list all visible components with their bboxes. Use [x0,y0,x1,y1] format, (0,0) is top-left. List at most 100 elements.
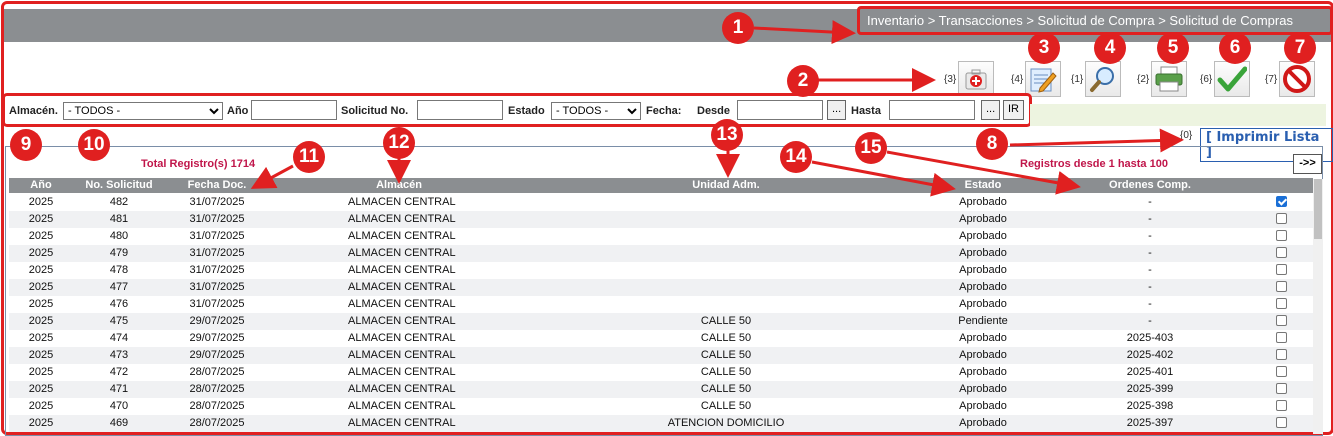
add-count: {3} [944,73,957,85]
almacen-select[interactable]: - TODOS - [63,102,223,120]
cell-anio: 2025 [28,281,54,293]
col-fecha-doc[interactable]: Fecha Doc. [188,178,247,193]
table-row[interactable]: 2025 472 28/07/2025 ALMACEN CENTRAL CALLE 50… [9,364,1313,381]
approve-button[interactable] [1214,61,1251,97]
cell-anio: 2025 [28,417,54,429]
cell-almacen: ALMACEN CENTRAL [348,366,456,378]
filter-bar: Almacén. - TODOS - Año Solicitud No. Est… [2,93,1032,127]
callout-badge-1: 1 [722,12,754,44]
fecha-label: Fecha: [646,105,682,117]
checkmark-icon [1217,64,1248,94]
table-row[interactable]: 2025 475 29/07/2025 ALMACEN CENTRAL CALLE 50… [9,313,1313,330]
cell-no-solicitud: 482 [109,196,129,208]
cell-no-solicitud: 474 [109,332,129,344]
add-button[interactable] [958,61,995,97]
cell-ordenes-comp: 2025-397 [1126,417,1174,429]
table-row[interactable]: 2025 479 31/07/2025 ALMACEN CENTRAL Aprobado… [9,245,1313,262]
cell-anio: 2025 [28,349,54,361]
desde-picker-button[interactable]: ... [827,100,847,120]
cell-estado: Aprobado [959,417,1007,429]
table-row[interactable]: 2025 478 31/07/2025 ALMACEN CENTRAL Aprobado… [9,262,1313,279]
row-checkbox[interactable] [1276,349,1287,360]
ir-button[interactable]: IR [1003,100,1024,120]
hasta-picker-button[interactable]: ... [981,100,1001,120]
table-row[interactable]: 2025 481 31/07/2025 ALMACEN CENTRAL Aprobado… [9,211,1313,228]
cell-estado: Pendiente [958,315,1008,327]
col-unidad-adm[interactable]: Unidad Adm. [692,178,759,193]
cell-fecha-doc: 28/07/2025 [189,400,245,412]
estado-select[interactable]: - TODOS - [551,102,641,120]
row-checkbox[interactable] [1276,230,1287,241]
row-checkbox[interactable] [1276,213,1287,224]
row-checkbox[interactable] [1276,264,1287,275]
col-estado[interactable]: Estado [965,178,1002,193]
edit-pencil-icon [1028,64,1058,94]
cell-ordenes-comp: - [1148,264,1152,276]
breadcrumb: Inventario > Transacciones > Solicitud d… [857,6,1333,35]
almacen-label: Almacén. [9,105,58,117]
col-anio[interactable]: Año [30,178,51,193]
cancel-count: {7} [1265,73,1278,85]
row-checkbox[interactable] [1276,332,1287,343]
table-row[interactable]: 2025 474 29/07/2025 ALMACEN CENTRAL CALLE 50… [9,330,1313,347]
cell-ordenes-comp: 2025-403 [1126,332,1174,344]
callout-badge-5: 5 [1157,32,1189,64]
col-no-solicitud[interactable]: No. Solicitud [85,178,152,193]
table-row[interactable]: 2025 476 31/07/2025 ALMACEN CENTRAL Aprobado… [9,296,1313,313]
next-page-button[interactable]: ->> [1293,154,1322,174]
print-list-count: {0} [1180,130,1193,141]
cell-fecha-doc: 31/07/2025 [189,213,245,225]
edit-button[interactable] [1025,61,1062,97]
estado-label: Estado [508,105,545,117]
records-range: Registros desde 1 hasta 100 [1020,158,1168,170]
row-checkbox[interactable] [1276,281,1287,292]
row-checkbox[interactable] [1276,196,1287,207]
cell-almacen: ALMACEN CENTRAL [348,315,456,327]
row-checkbox[interactable] [1276,417,1287,428]
hasta-input[interactable] [889,100,975,120]
cell-estado: Aprobado [959,400,1007,412]
anio-input[interactable] [251,100,337,120]
cell-ordenes-comp: 2025-402 [1126,349,1174,361]
cell-estado: Aprobado [959,247,1007,259]
row-checkbox[interactable] [1276,400,1287,411]
row-checkbox[interactable] [1276,315,1287,326]
cell-anio: 2025 [28,315,54,327]
callout-badge-14: 14 [780,141,812,173]
row-checkbox[interactable] [1276,383,1287,394]
cell-anio: 2025 [28,213,54,225]
col-ordenes-comp[interactable]: Ordenes Comp. [1109,178,1191,193]
cancel-button[interactable] [1279,61,1316,97]
table-row[interactable]: 2025 470 28/07/2025 ALMACEN CENTRAL CALLE 50… [9,398,1313,415]
table-row[interactable]: 2025 482 31/07/2025 ALMACEN CENTRAL Aprobado… [9,194,1313,211]
table-row[interactable]: 2025 471 28/07/2025 ALMACEN CENTRAL CALLE 50… [9,381,1313,398]
solicitud-input[interactable] [417,100,503,120]
table-row[interactable]: 2025 477 31/07/2025 ALMACEN CENTRAL Aprobado… [9,279,1313,296]
cell-unidad-adm: CALLE 50 [700,315,752,327]
row-checkbox[interactable] [1276,366,1287,377]
cell-unidad-adm: CALLE 50 [700,349,752,361]
search-button[interactable] [1085,61,1122,97]
callout-badge-15: 15 [855,132,887,164]
toolbar-print-group: {2} [1137,59,1188,99]
table-row[interactable]: 2025 473 29/07/2025 ALMACEN CENTRAL CALLE 50… [9,347,1313,364]
cell-almacen: ALMACEN CENTRAL [348,247,456,259]
scrollbar-thumb[interactable] [1314,179,1322,239]
table-row[interactable]: 2025 480 31/07/2025 ALMACEN CENTRAL Aprobado… [9,228,1313,245]
cell-fecha-doc: 31/07/2025 [189,281,245,293]
table-scrollbar[interactable] [1313,179,1323,434]
print-button[interactable] [1151,61,1188,97]
cell-almacen: ALMACEN CENTRAL [348,400,456,412]
cell-fecha-doc: 31/07/2025 [189,196,245,208]
table-row[interactable]: 2025 469 28/07/2025 ALMACEN CENTRAL ATENCION… [9,415,1313,432]
desde-input[interactable] [737,100,823,120]
cell-anio: 2025 [28,247,54,259]
cell-estado: Aprobado [959,264,1007,276]
col-almacen[interactable]: Almacén [376,178,422,193]
cell-unidad-adm: CALLE 50 [700,383,752,395]
cell-no-solicitud: 481 [109,213,129,225]
cell-ordenes-comp: - [1148,213,1152,225]
cell-fecha-doc: 29/07/2025 [189,332,245,344]
row-checkbox[interactable] [1276,298,1287,309]
row-checkbox[interactable] [1276,247,1287,258]
